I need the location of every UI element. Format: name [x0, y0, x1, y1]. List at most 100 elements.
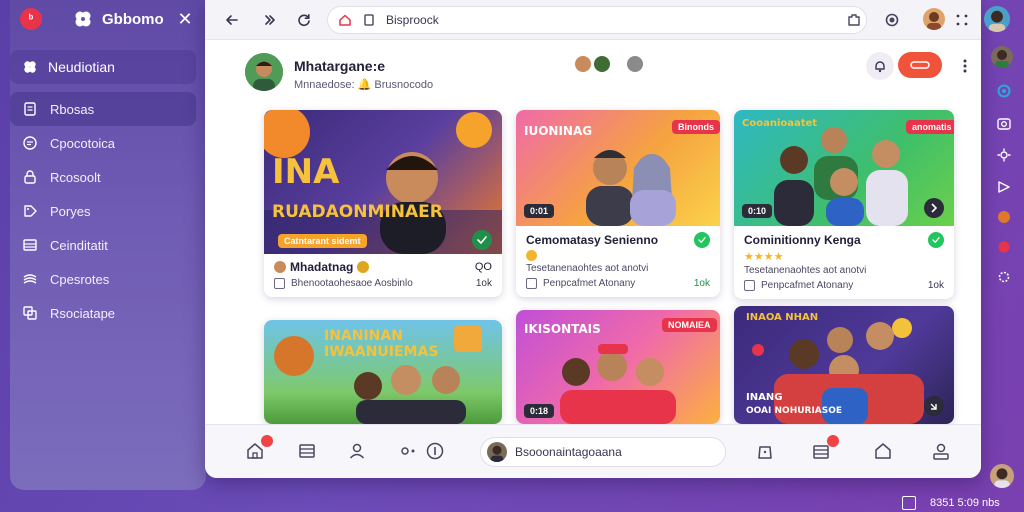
shield-icon[interactable]	[881, 9, 903, 31]
orange-dot-icon[interactable]	[993, 206, 1015, 228]
sidebar-item-poryes[interactable]: Poryes	[10, 194, 206, 228]
link-icon[interactable]	[397, 439, 421, 463]
sidebar-item-rbosas[interactable]: Rbosas	[10, 92, 196, 126]
card-row-meta: 1ok	[927, 280, 944, 291]
sidebar-top: ᵇ Gbbomo ✕	[10, 0, 206, 38]
window-icon[interactable]	[902, 496, 916, 510]
sidebar-item-label: Rsociatape	[50, 305, 116, 321]
stack-icon	[22, 271, 38, 287]
card-title[interactable]: Cemomatasy Senienno	[526, 233, 658, 247]
card-row-meta: 1ok	[693, 278, 710, 289]
sidebar-item-label: Rcosoolt	[50, 169, 101, 185]
sidebar-item-label: Ceinditatit	[50, 237, 108, 253]
card-row-meta: 1ok	[475, 278, 492, 289]
sidebar-item-label: Poryes	[50, 203, 91, 219]
video-card[interactable]: IUONINAG Binonds 0:01 Cemomatasy Senienn…	[516, 110, 720, 297]
video-thumbnail[interactable]: Cooanioaatet anomatis 0:10	[734, 110, 954, 226]
video-thumbnail[interactable]: INAOA NHAN INANG OOAI NOHURIASOE	[734, 306, 954, 424]
card-title[interactable]: Cominitionny Kenga	[744, 233, 861, 247]
notification-bell-button[interactable]	[866, 52, 894, 80]
card-checkbox[interactable]	[526, 278, 537, 289]
thumbnail-headline: Cooanioaatet	[742, 118, 818, 129]
video-thumbnail[interactable]: IUONINAG Binonds 0:01	[516, 110, 720, 226]
list-icon	[22, 237, 38, 253]
card-checkbox[interactable]	[744, 280, 755, 291]
user-avatar-icon[interactable]	[990, 464, 1014, 488]
channel-avatar[interactable]	[245, 53, 283, 91]
avatar-emoji-icon	[357, 261, 370, 273]
video-card[interactable]: INA RUADAONMINAER Catntarant sidemt Mhad…	[264, 110, 502, 297]
profile-avatar-icon[interactable]	[923, 8, 945, 30]
inbox-icon[interactable]	[809, 435, 839, 463]
video-card[interactable]: IKISONTAIS NOMAIEA 0:18	[516, 310, 720, 424]
document-icon	[22, 101, 38, 117]
info-circle-icon[interactable]	[423, 439, 447, 463]
card-body: Mhadatnag QO Bhenootaohesaoe Aosbinlo 1o…	[264, 254, 502, 297]
gear-icon[interactable]	[993, 266, 1015, 288]
bottom-search-text: Bsooonaintagoaana	[515, 445, 622, 459]
home-icon[interactable]	[338, 13, 352, 27]
thumbnail-headline: INAOA NHAN	[746, 312, 819, 323]
reload-icon[interactable]	[293, 9, 315, 31]
sidebar-item-label: Cpesrotes	[50, 271, 110, 287]
user-icon[interactable]	[345, 439, 369, 463]
video-card[interactable]: INANINAN IWAANUIEMAS	[264, 320, 502, 424]
channel-subtitle-text: Mnnaedose:	[294, 79, 355, 91]
video-card[interactable]: INAOA NHAN INANG OOAI NOHURIASOE	[734, 306, 954, 424]
red-dot-icon[interactable]	[993, 236, 1015, 258]
next-arrow-icon[interactable]	[924, 198, 944, 218]
thumbnail-subheadline: INANG	[746, 392, 783, 403]
avatar-emoji-icon	[274, 261, 286, 273]
house-icon[interactable]	[871, 439, 895, 463]
extension-icon[interactable]	[843, 9, 865, 31]
sidebar-item-cpesrotes[interactable]: Cpesrotes	[10, 262, 206, 296]
clover-icon	[72, 8, 94, 30]
page-icon	[362, 13, 376, 27]
more-options-icon[interactable]	[957, 54, 973, 78]
back-icon[interactable]	[221, 9, 243, 31]
home-icon[interactable]	[243, 435, 273, 463]
video-card[interactable]: Cooanioaatet anomatis 0:10 Cominitionny …	[734, 110, 954, 299]
profile-icon[interactable]	[929, 439, 953, 463]
download-icon[interactable]	[924, 396, 944, 416]
sidebar-item-rcosoolt[interactable]: Rcosoolt	[10, 160, 206, 194]
clover-icon	[22, 59, 38, 75]
channel-subtitle: Mnnaedose: 🔔 Brusnocodo	[294, 78, 433, 91]
forward-icon[interactable]	[259, 9, 281, 31]
bag-icon[interactable]	[753, 439, 777, 463]
card-checkbox[interactable]	[274, 278, 285, 289]
account-avatar-icon[interactable]	[984, 6, 1010, 32]
video-duration: 0:18	[524, 404, 555, 418]
feed-icon[interactable]	[295, 439, 319, 463]
subscribe-button[interactable]	[898, 52, 942, 78]
video-tag: anomatis	[906, 120, 954, 134]
settings-icon[interactable]	[993, 144, 1015, 166]
app-logo-icon[interactable]: ᵇ	[20, 8, 42, 30]
video-thumbnail[interactable]: INANINAN IWAANUIEMAS	[264, 320, 502, 424]
card-title-row: Mhadatnag QO	[274, 260, 492, 274]
sidebar-header[interactable]: Neudiotian	[10, 50, 196, 84]
video-thumbnail[interactable]: INA RUADAONMINAER Catntarant sidemt	[264, 110, 502, 254]
video-thumbnail[interactable]: IKISONTAIS NOMAIEA 0:18	[516, 310, 720, 424]
notification-badge	[827, 435, 839, 447]
channel-name[interactable]: Mhatargane:e	[294, 58, 385, 74]
sidebar-item-cpocotoica[interactable]: Cpocotoica	[10, 126, 206, 160]
bottom-search-input[interactable]: Bsooonaintagoaana	[480, 437, 726, 467]
close-icon[interactable]: ✕	[174, 8, 196, 30]
address-text: Bisproock	[386, 13, 439, 27]
menu-grid-icon[interactable]	[951, 9, 973, 31]
card-row: Penpcafmet Atonany 1ok	[526, 278, 710, 289]
send-icon[interactable]	[993, 176, 1015, 198]
thumbnail-subheadline: RUADAONMINAER	[272, 202, 443, 222]
refresh-icon[interactable]	[993, 80, 1015, 102]
card-title[interactable]: Mhadatnag	[290, 260, 353, 274]
right-side-panel	[984, 0, 1024, 490]
contact-avatar-icon[interactable]	[991, 46, 1013, 68]
address-bar[interactable]: Bisproock	[327, 6, 867, 34]
sidebar-item-ceinditatit[interactable]: Ceinditatit	[10, 228, 206, 262]
camera-icon[interactable]	[993, 112, 1015, 134]
sidebar-item-rsociatape[interactable]: Rsociatape	[10, 296, 206, 330]
thumbnail-subheadline: IWAANUIEMAS	[324, 344, 439, 360]
sidebar-header-label: Neudiotian	[48, 59, 115, 75]
card-body: Cemomatasy Senienno Tesetanenaohtes aot …	[516, 226, 720, 297]
